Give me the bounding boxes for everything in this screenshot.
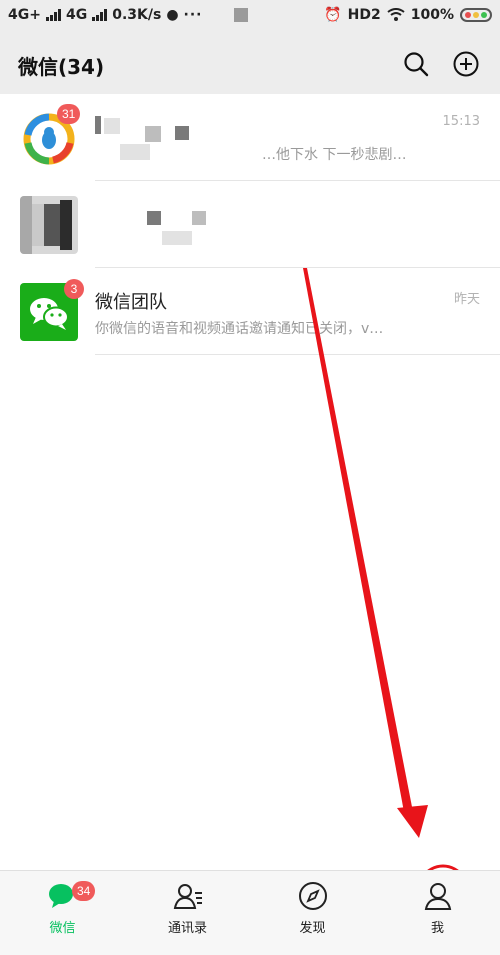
- chat-time: 昨天: [453, 292, 480, 307]
- chat-item[interactable]: 31 …他下水 下一秒悲剧… 15:13: [0, 94, 500, 181]
- blurred-notification-icon: [233, 8, 248, 22]
- network-type-2: 4G: [65, 7, 88, 23]
- tab-contacts[interactable]: 通讯录: [125, 871, 250, 955]
- blurred-preview-block: [120, 144, 150, 160]
- divider: [95, 354, 500, 355]
- pixelated-avatar: [20, 196, 78, 254]
- tab-unread-badge: 34: [72, 881, 96, 901]
- battery-icon: [460, 8, 492, 22]
- chat-item[interactable]: 3 微信团队 你微信的语音和视频通话邀请通知已关闭，v… 昨天: [0, 268, 500, 355]
- tab-label: 发现: [299, 921, 326, 936]
- network-type-1: 4G+: [8, 7, 41, 23]
- blurred-name-block: [192, 211, 206, 225]
- network-speed: 0.3K/s: [112, 7, 162, 23]
- tab-discover[interactable]: 发现: [250, 871, 375, 955]
- unread-badge: 3: [64, 279, 84, 299]
- wifi-icon: [387, 8, 405, 21]
- annotation-arrowhead-icon: [397, 805, 428, 838]
- signal-icon: [45, 9, 61, 21]
- blurred-name-block: [145, 126, 161, 142]
- search-icon[interactable]: [402, 50, 430, 78]
- tab-me[interactable]: 我: [375, 871, 500, 955]
- contacts-icon: [173, 884, 202, 909]
- tab-bar: 34 微信 通讯录 发现 我: [0, 870, 500, 955]
- header: 微信(34): [0, 34, 500, 94]
- chat-list: 31 …他下水 下一秒悲剧… 15:13 3 微信团队 你微信的语音和视频通话邀…: [0, 94, 500, 355]
- tab-label: 我: [430, 921, 444, 936]
- chat-preview: 你微信的语音和视频通话邀请通知已关闭，v…: [95, 321, 384, 337]
- alarm-icon: ⏰: [324, 7, 342, 23]
- blurred-name-block: [162, 231, 192, 245]
- chat-preview: …他下水 下一秒悲剧…: [262, 147, 407, 163]
- blurred-name-block: [147, 211, 161, 225]
- tab-label: 通讯录: [167, 921, 207, 936]
- signal-icon-2: [92, 9, 108, 21]
- status-left: 4G+ 4G 0.3K/s ● ···: [8, 7, 248, 23]
- chat-name: 微信团队: [95, 292, 167, 313]
- hd-indicator: HD2: [347, 7, 381, 23]
- compass-icon: [298, 882, 327, 910]
- blurred-name: [95, 116, 101, 134]
- status-bar: 4G+ 4G 0.3K/s ● ··· ⏰ HD2 100%: [0, 0, 500, 34]
- status-right: ⏰ HD2 100%: [324, 7, 492, 23]
- more-notifications-icon: ···: [183, 7, 203, 23]
- chat-item[interactable]: [0, 181, 500, 268]
- page-title: 微信(34): [18, 55, 105, 79]
- chat-time: 15:13: [442, 114, 480, 129]
- plus-circle-icon[interactable]: [452, 50, 480, 78]
- battery-percent: 100%: [410, 7, 454, 23]
- blurred-name-block: [104, 118, 120, 134]
- tab-label: 微信: [49, 921, 76, 936]
- person-icon: [424, 883, 451, 910]
- unread-badge: 31: [57, 104, 81, 124]
- tab-chats[interactable]: 34 微信: [0, 871, 125, 955]
- blurred-name-block: [175, 126, 189, 140]
- app-notification-icon: ●: [166, 7, 179, 23]
